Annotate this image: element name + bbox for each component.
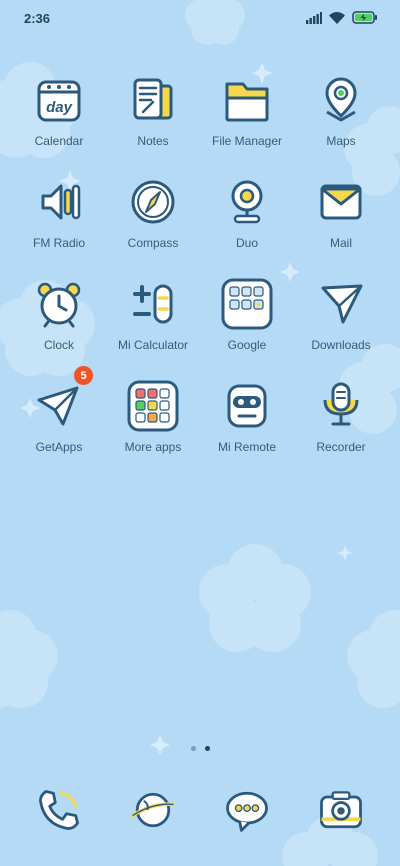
app-label: File Manager [211,134,283,148]
dock-camera[interactable] [294,784,388,836]
app-label: More apps [124,440,182,454]
camera-icon [320,791,362,829]
compass-icon [131,180,175,224]
app-label: Calendar [34,134,84,148]
app-label: Notes [137,134,169,148]
app-clock[interactable]: Clock [12,276,106,352]
app-label: Maps [326,134,356,148]
app-label: Recorder [316,440,366,454]
paper-plane-icon [37,386,79,426]
app-label: Compass [127,236,179,250]
calendar-icon-text: day [46,99,73,116]
dock-browser[interactable] [106,784,200,836]
app-label: Duo [235,236,258,250]
app-grid: day Calendar Notes File Manager Maps FM … [12,72,388,454]
app-label: Mi Calculator [117,338,189,352]
app-label: Mi Remote [217,440,276,454]
calendar-icon: day [37,80,81,122]
notes-icon [133,78,173,120]
app-recorder[interactable]: Recorder [294,378,388,454]
app-compass[interactable]: Compass [106,174,200,250]
app-downloads[interactable]: Downloads [294,276,388,352]
dock-phone[interactable] [12,784,106,836]
dock-messages[interactable] [200,784,294,836]
page-indicator[interactable] [0,746,400,751]
signal-icon [306,11,322,24]
app-maps[interactable]: Maps [294,72,388,148]
page-dot-active[interactable] [204,746,210,751]
app-label: FM Radio [32,236,85,250]
calculator-icon [133,284,173,324]
robot-face-icon [227,384,267,428]
planet-browser-icon [130,792,176,828]
paper-plane-icon [321,284,363,324]
folder-icon [225,82,269,122]
microphone-icon [323,382,359,426]
app-duo[interactable]: Duo [200,174,294,250]
envelope-icon [320,184,362,220]
app-more-apps[interactable]: More apps [106,378,200,454]
app-google[interactable]: Google [200,276,294,352]
dock [12,784,388,836]
battery-charging-icon [352,11,377,24]
chat-bubble-icon [226,791,268,832]
app-mi-calculator[interactable]: Mi Calculator [106,276,200,352]
map-pin-icon [325,77,357,122]
wifi-icon [329,11,345,24]
notification-badge: 5 [74,366,93,385]
app-label: Downloads [311,338,371,352]
app-label: Google [227,338,267,352]
app-notes[interactable]: Notes [106,72,200,148]
app-label: GetApps [35,440,83,454]
app-mi-remote[interactable]: Mi Remote [200,378,294,454]
app-calendar[interactable]: day Calendar [12,72,106,148]
status-time: 2:36 [24,11,51,26]
app-file-manager[interactable]: File Manager [200,72,294,148]
alarm-clock-icon [37,282,81,328]
app-getapps[interactable]: 5 GetApps [12,366,106,454]
webcam-icon [231,180,263,224]
apps-folder-icon [127,380,179,432]
google-folder-icon [221,278,273,330]
radio-icon [41,184,81,220]
status-bar: 2:36 [0,0,400,36]
phone-icon [39,790,79,830]
app-mail[interactable]: Mail [294,174,388,250]
app-fm-radio[interactable]: FM Radio [12,174,106,250]
app-label: Mail [329,236,352,250]
app-label: Clock [43,338,74,352]
page-dot[interactable] [190,746,196,751]
